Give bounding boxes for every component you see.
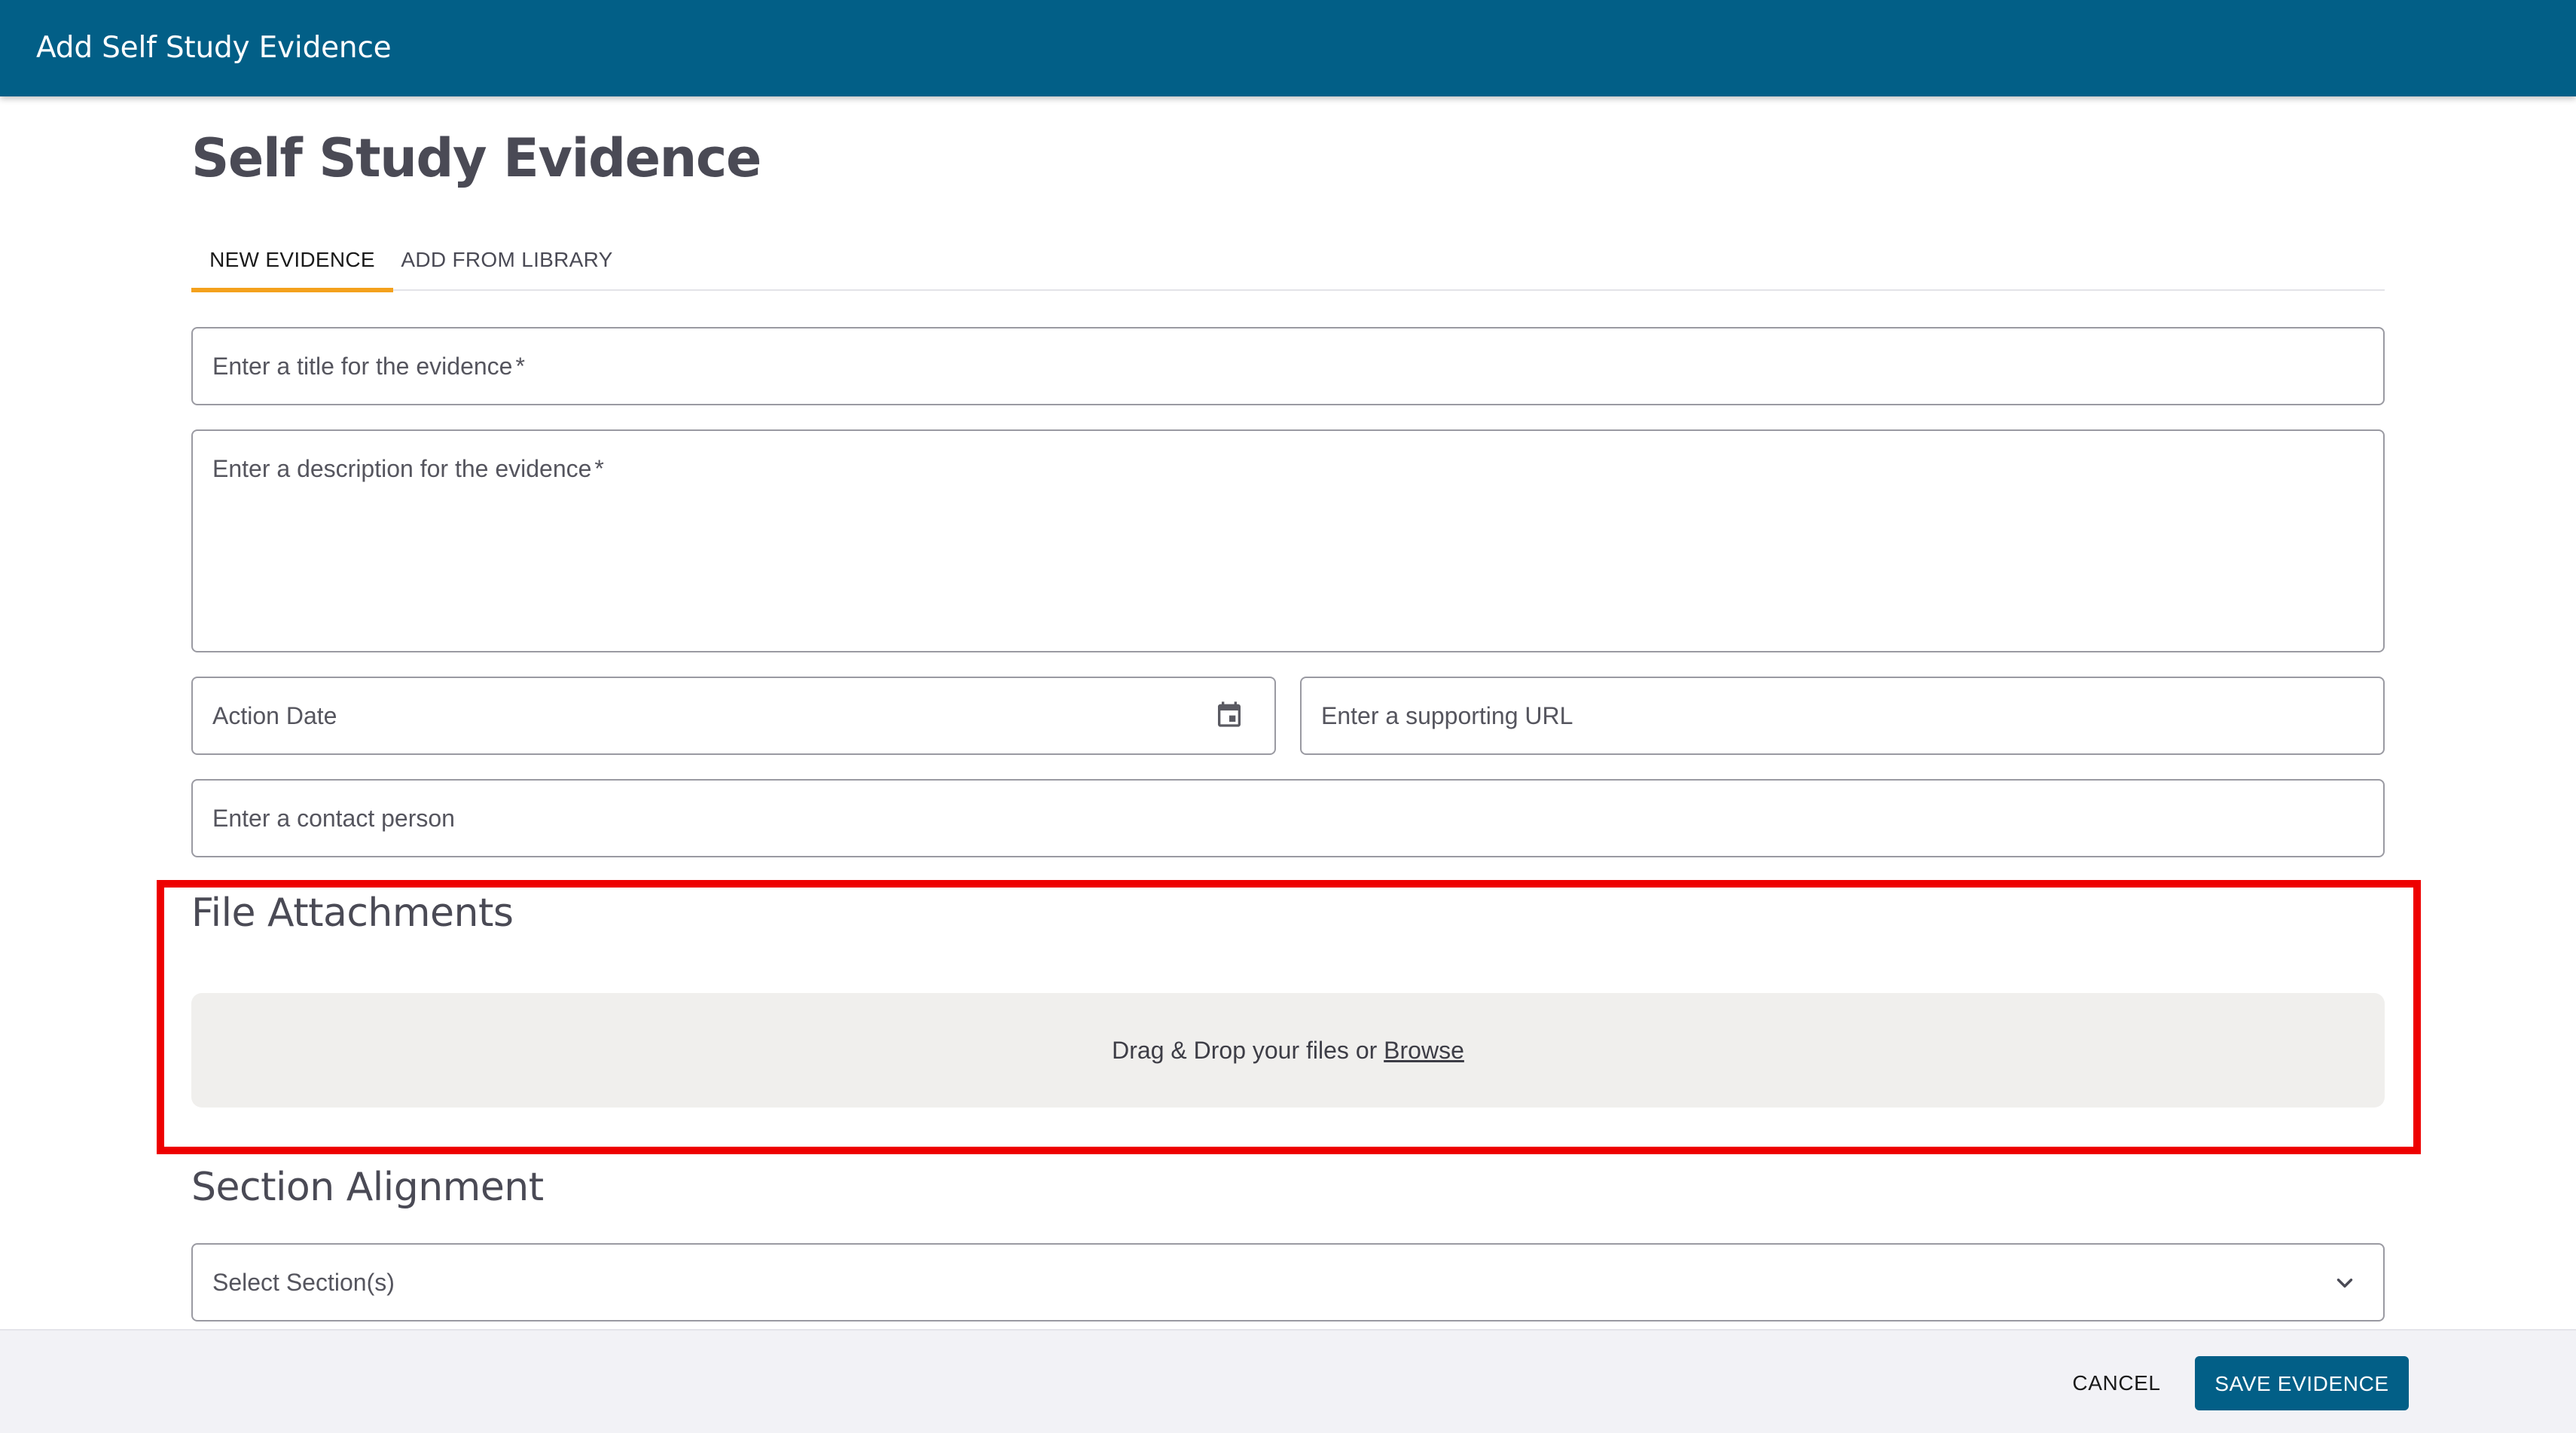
- page-title: Self Study Evidence: [191, 127, 762, 189]
- evidence-title-placeholder: Enter a title for the evidence *: [212, 353, 525, 380]
- browse-link[interactable]: Browse: [1384, 1037, 1464, 1064]
- tab-add-from-library[interactable]: ADD FROM LIBRARY: [393, 229, 621, 291]
- app-header: Add Self Study Evidence: [0, 0, 2576, 96]
- save-evidence-button[interactable]: SAVE EVIDENCE: [2195, 1356, 2409, 1410]
- file-attachments-heading: File Attachments: [191, 891, 514, 936]
- section-alignment-heading: Section Alignment: [191, 1165, 544, 1210]
- header-title: Add Self Study Evidence: [36, 31, 392, 65]
- dialog-footer: CANCEL SAVE EVIDENCE: [0, 1329, 2576, 1433]
- chevron-down-icon[interactable]: [2332, 1270, 2358, 1296]
- action-date-label: Action Date: [212, 702, 337, 729]
- evidence-title-field[interactable]: Enter a title for the evidence *: [191, 327, 2385, 405]
- evidence-description-field[interactable]: Enter a description for the evidence *: [191, 429, 2385, 652]
- section-select[interactable]: Select Section(s): [191, 1243, 2385, 1321]
- supporting-url-field[interactable]: Enter a supporting URL: [1300, 677, 2385, 755]
- file-dropzone[interactable]: Drag & Drop your files or Browse: [191, 993, 2385, 1108]
- dropzone-text: Drag & Drop your files or: [1112, 1037, 1384, 1064]
- evidence-description-placeholder: Enter a description for the evidence *: [212, 455, 604, 482]
- supporting-url-placeholder: Enter a supporting URL: [1321, 702, 1573, 729]
- calendar-icon[interactable]: [1214, 698, 1244, 731]
- action-date-field[interactable]: Action Date: [191, 677, 1276, 755]
- cancel-button[interactable]: CANCEL: [2050, 1356, 2183, 1409]
- tab-new-evidence[interactable]: NEW EVIDENCE: [191, 229, 393, 292]
- evidence-tabs: NEW EVIDENCE ADD FROM LIBRARY: [191, 229, 2385, 292]
- required-marker: *: [515, 353, 525, 380]
- contact-person-field[interactable]: Enter a contact person: [191, 779, 2385, 857]
- contact-person-placeholder: Enter a contact person: [212, 805, 455, 832]
- required-marker: *: [594, 455, 604, 482]
- section-select-placeholder: Select Section(s): [212, 1269, 395, 1296]
